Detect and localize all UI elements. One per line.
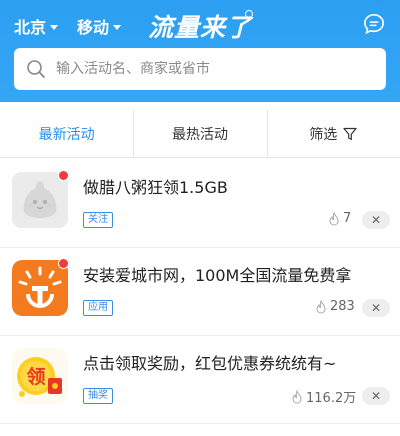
- search-bar[interactable]: [14, 48, 386, 90]
- dismiss-button[interactable]: ✕: [362, 387, 390, 405]
- count-value: 7: [343, 211, 352, 226]
- header-bar: 北京 移动 流量来了: [0, 0, 400, 102]
- tab-hottest[interactable]: 最热活动: [133, 110, 266, 158]
- count-value: 116.2万: [306, 391, 357, 406]
- logo-mark-icon: [245, 10, 253, 18]
- city-selector[interactable]: 北京: [14, 14, 59, 38]
- heat-count: 7: [328, 211, 351, 226]
- reward-icon: 领: [12, 348, 68, 404]
- count-value: 283: [330, 299, 355, 314]
- carrier-selector[interactable]: 移动: [77, 14, 122, 38]
- flame-icon: [292, 389, 302, 404]
- item-tag: 关注: [83, 212, 113, 228]
- flame-icon: [316, 299, 326, 314]
- heat-count: 283: [315, 299, 355, 314]
- search-input[interactable]: [56, 61, 356, 77]
- list-item[interactable]: 领 点击领取奖励，红包优惠券统统有~ 抽奖 116.2万 ✕: [0, 336, 400, 424]
- message-icon[interactable]: [363, 13, 385, 35]
- search-icon: [27, 60, 45, 78]
- city-app-icon: [12, 260, 68, 316]
- tab-latest[interactable]: 最新活动: [0, 110, 133, 157]
- filter-icon: [343, 127, 357, 140]
- unread-dot: [58, 258, 69, 269]
- tab-label: 最新活动: [38, 126, 95, 143]
- chevron-down-icon: [50, 24, 59, 30]
- item-tag: 应用: [83, 300, 113, 316]
- tab-label: 最热活动: [171, 126, 228, 143]
- carrier-label: 移动: [77, 18, 110, 37]
- tab-label: 筛选: [309, 126, 338, 143]
- item-tag: 抽奖: [83, 388, 113, 404]
- mascot-icon: [12, 172, 68, 228]
- city-label: 北京: [14, 18, 47, 37]
- dismiss-button[interactable]: ✕: [362, 211, 390, 229]
- svg-text:领: 领: [26, 365, 45, 388]
- unread-dot: [58, 170, 69, 181]
- app-logo: 流量来了: [148, 13, 253, 42]
- item-title: 做腊八粥狂领1.5GB: [83, 178, 228, 197]
- activity-list: 做腊八粥狂领1.5GB 关注 7 ✕ 安装爱城市网，100M全国流量免费拿 应用…: [0, 160, 400, 424]
- item-title: 点击领取奖励，红包优惠券统统有~: [83, 354, 337, 373]
- list-item[interactable]: 做腊八粥狂领1.5GB 关注 7 ✕: [0, 160, 400, 248]
- dismiss-button[interactable]: ✕: [362, 299, 390, 317]
- tab-filter[interactable]: 筛选: [266, 110, 400, 158]
- list-item[interactable]: 安装爱城市网，100M全国流量免费拿 应用 283 ✕: [0, 248, 400, 336]
- heat-count: 116.2万: [291, 387, 356, 406]
- item-title: 安装爱城市网，100M全国流量免费拿: [83, 266, 352, 285]
- tab-bar: 最新活动 最热活动 筛选: [0, 110, 400, 158]
- flame-icon: [329, 211, 339, 226]
- chevron-down-icon: [113, 24, 122, 30]
